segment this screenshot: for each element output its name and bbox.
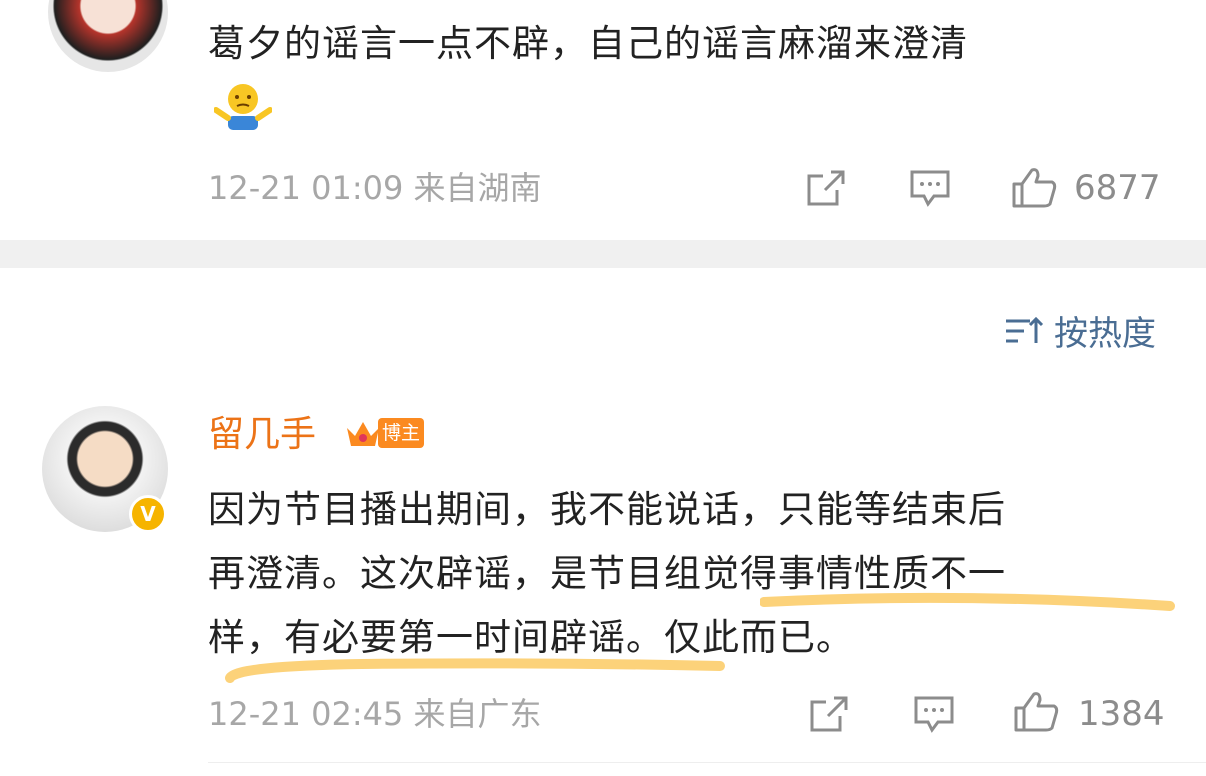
share-icon[interactable]: [806, 694, 850, 734]
share-icon[interactable]: [803, 168, 847, 208]
like-count: 1384: [1078, 694, 1165, 734]
divider: [0, 240, 1206, 268]
comment-text: 因为节目播出期间，我不能说话，只能等结束后 再澄清。这次辟谣，是节目组觉得事情性…: [208, 478, 1168, 670]
comment-line: 样，有必要第一时间辟谣。仅此而已。: [208, 616, 854, 659]
comment-line: 再澄清。这次辟谣，是节目组觉得事情性质不一: [208, 552, 1006, 595]
like-icon[interactable]: [1012, 690, 1062, 734]
comment-icon[interactable]: [908, 168, 952, 208]
highlighted-text: 有必要第一时间辟谣。: [284, 616, 664, 659]
highlighted-text: 组觉得事情性质不一: [664, 552, 1006, 595]
sort-icon: [1004, 315, 1044, 356]
crown-icon: [343, 414, 383, 454]
comment-icon[interactable]: [912, 694, 956, 734]
comment-text: 葛夕的谣言一点不辟，自己的谣言麻溜来澄清: [208, 22, 968, 65]
separator-line: [208, 762, 1206, 763]
timestamp: 12-21 02:45 来自广东: [208, 695, 542, 733]
like-icon[interactable]: [1010, 166, 1060, 210]
comment-line: 因为节目播出期间，我不能说话，只能等结束后: [208, 488, 1006, 531]
username[interactable]: 留几手: [208, 413, 316, 457]
verified-icon: V: [129, 495, 167, 533]
shrug-icon: [213, 82, 273, 132]
status-badge: 博主: [378, 418, 425, 448]
avatar[interactable]: [48, 0, 168, 72]
sort-button[interactable]: 按热度: [1004, 314, 1156, 356]
timestamp: 12-21 01:09 来自湖南: [208, 169, 542, 207]
like-count: 6877: [1074, 168, 1161, 208]
